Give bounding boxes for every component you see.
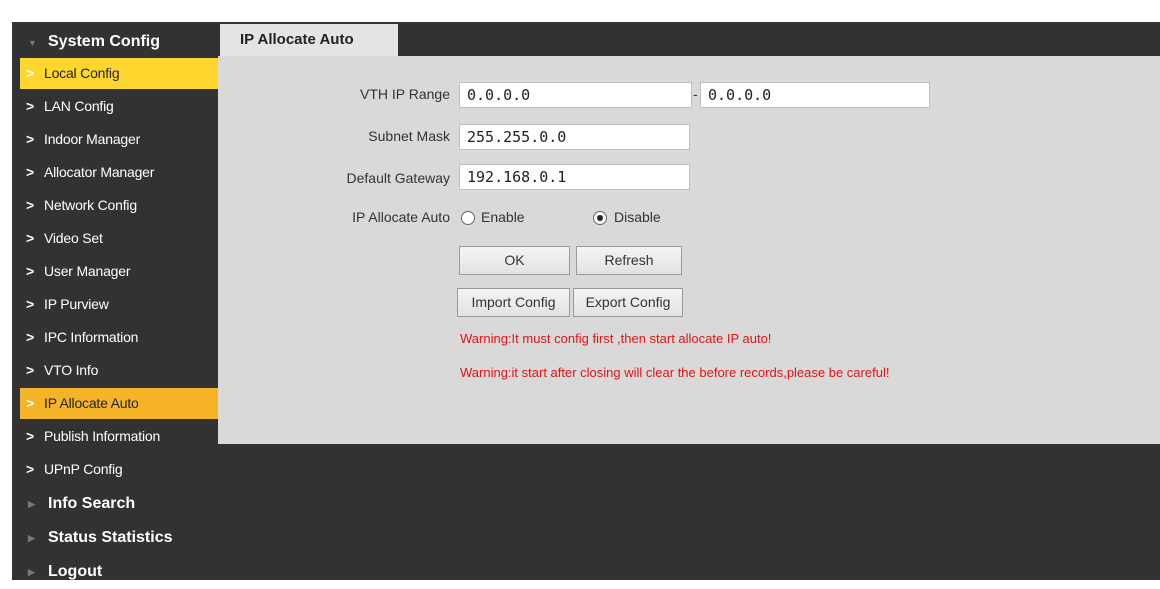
sidebar-item-label: UPnP Config [44, 461, 123, 477]
warning-text: Warning:it start after closing will clea… [460, 365, 890, 380]
sidebar-item-label: IP Purview [44, 296, 109, 312]
content-panel: VTH IP Range 0.0.0.0 - 0.0.0.0 Subnet Ma… [218, 56, 1160, 444]
section-label: Status Statistics [48, 529, 173, 546]
vth-ip-end-input[interactable]: 0.0.0.0 [700, 82, 930, 108]
sidebar-item-label: Indoor Manager [44, 131, 141, 147]
sidebar-item-user-manager[interactable]: > User Manager [20, 256, 218, 287]
sidebar-section-info-search[interactable]: ▶ Info Search [20, 487, 218, 521]
sidebar-item-upnp-config[interactable]: > UPnP Config [20, 454, 218, 485]
sidebar-section-status-statistics[interactable]: ▶ Status Statistics [20, 521, 218, 555]
triangle-right-icon: ▶ [28, 499, 35, 509]
chevron-right-icon: > [26, 395, 34, 411]
range-separator: - [693, 86, 698, 102]
chevron-right-icon: > [26, 263, 34, 279]
refresh-button[interactable]: Refresh [576, 246, 682, 275]
sidebar-section-logout[interactable]: ▶ Logout [20, 555, 218, 589]
sidebar-item-label: IPC Information [44, 329, 139, 345]
ip-allocate-auto-label: IP Allocate Auto [352, 209, 450, 225]
chevron-right-icon: > [26, 98, 34, 114]
subnet-mask-label: Subnet Mask [368, 128, 450, 144]
sidebar-item-label: Publish Information [44, 428, 161, 444]
warning-text: Warning:It must config first ,then start… [460, 331, 772, 346]
vth-ip-start-input[interactable]: 0.0.0.0 [459, 82, 692, 108]
sidebar-item-label: LAN Config [44, 98, 114, 114]
sidebar-item-label: Video Set [44, 230, 103, 246]
sidebar-item-label: Local Config [44, 65, 120, 81]
chevron-right-icon: > [26, 428, 34, 444]
sidebar-item-ip-allocate-auto[interactable]: > IP Allocate Auto [20, 388, 218, 419]
sidebar-item-label: User Manager [44, 263, 131, 279]
sidebar-item-ipc-information[interactable]: > IPC Information [20, 322, 218, 353]
vth-ip-range-label: VTH IP Range [359, 86, 450, 102]
chevron-right-icon: > [26, 65, 34, 81]
sidebar-item-publish-information[interactable]: > Publish Information [20, 421, 218, 452]
triangle-right-icon: ▶ [28, 567, 35, 577]
export-config-button[interactable]: Export Config [573, 288, 683, 317]
sidebar-item-ip-purview[interactable]: > IP Purview [20, 289, 218, 320]
import-config-button[interactable]: Import Config [457, 288, 570, 317]
sidebar-item-local-config[interactable]: > Local Config [20, 58, 218, 89]
chevron-right-icon: > [26, 362, 34, 378]
disable-radio[interactable] [593, 211, 607, 225]
sidebar-item-vto-info[interactable]: > VTO Info [20, 355, 218, 386]
sidebar-item-label: Allocator Manager [44, 164, 155, 180]
chevron-right-icon: > [26, 164, 34, 180]
ok-button[interactable]: OK [459, 246, 570, 275]
sidebar-item-label: VTO Info [44, 362, 99, 378]
section-label: Logout [48, 563, 103, 580]
sidebar: ▼ System Config > Local Config > LAN Con… [20, 28, 218, 589]
disable-radio-label: Disable [614, 209, 661, 225]
default-gateway-label: Default Gateway [346, 170, 451, 186]
section-label: System Config [48, 33, 161, 50]
triangle-right-icon: ▶ [28, 533, 35, 543]
sidebar-item-label: IP Allocate Auto [44, 395, 139, 411]
enable-radio-label: Enable [481, 209, 525, 225]
sidebar-item-allocator-manager[interactable]: > Allocator Manager [20, 157, 218, 188]
chevron-right-icon: > [26, 461, 34, 477]
chevron-right-icon: > [26, 230, 34, 246]
tab-ip-allocate-auto[interactable]: IP Allocate Auto [220, 24, 398, 56]
sidebar-item-label: Network Config [44, 197, 137, 213]
enable-radio[interactable] [461, 211, 475, 225]
chevron-right-icon: > [26, 197, 34, 213]
sidebar-item-network-config[interactable]: > Network Config [20, 190, 218, 221]
section-label: Info Search [48, 495, 136, 512]
sidebar-item-lan-config[interactable]: > LAN Config [20, 91, 218, 122]
chevron-right-icon: > [26, 296, 34, 312]
sidebar-section-system-config[interactable]: ▼ System Config [20, 28, 218, 58]
chevron-right-icon: > [26, 329, 34, 345]
chevron-right-icon: > [26, 131, 34, 147]
default-gateway-input[interactable]: 192.168.0.1 [459, 164, 690, 190]
triangle-down-icon: ▼ [28, 38, 37, 48]
sidebar-item-video-set[interactable]: > Video Set [20, 223, 218, 254]
sidebar-item-indoor-manager[interactable]: > Indoor Manager [20, 124, 218, 155]
subnet-mask-input[interactable]: 255.255.0.0 [459, 124, 690, 150]
